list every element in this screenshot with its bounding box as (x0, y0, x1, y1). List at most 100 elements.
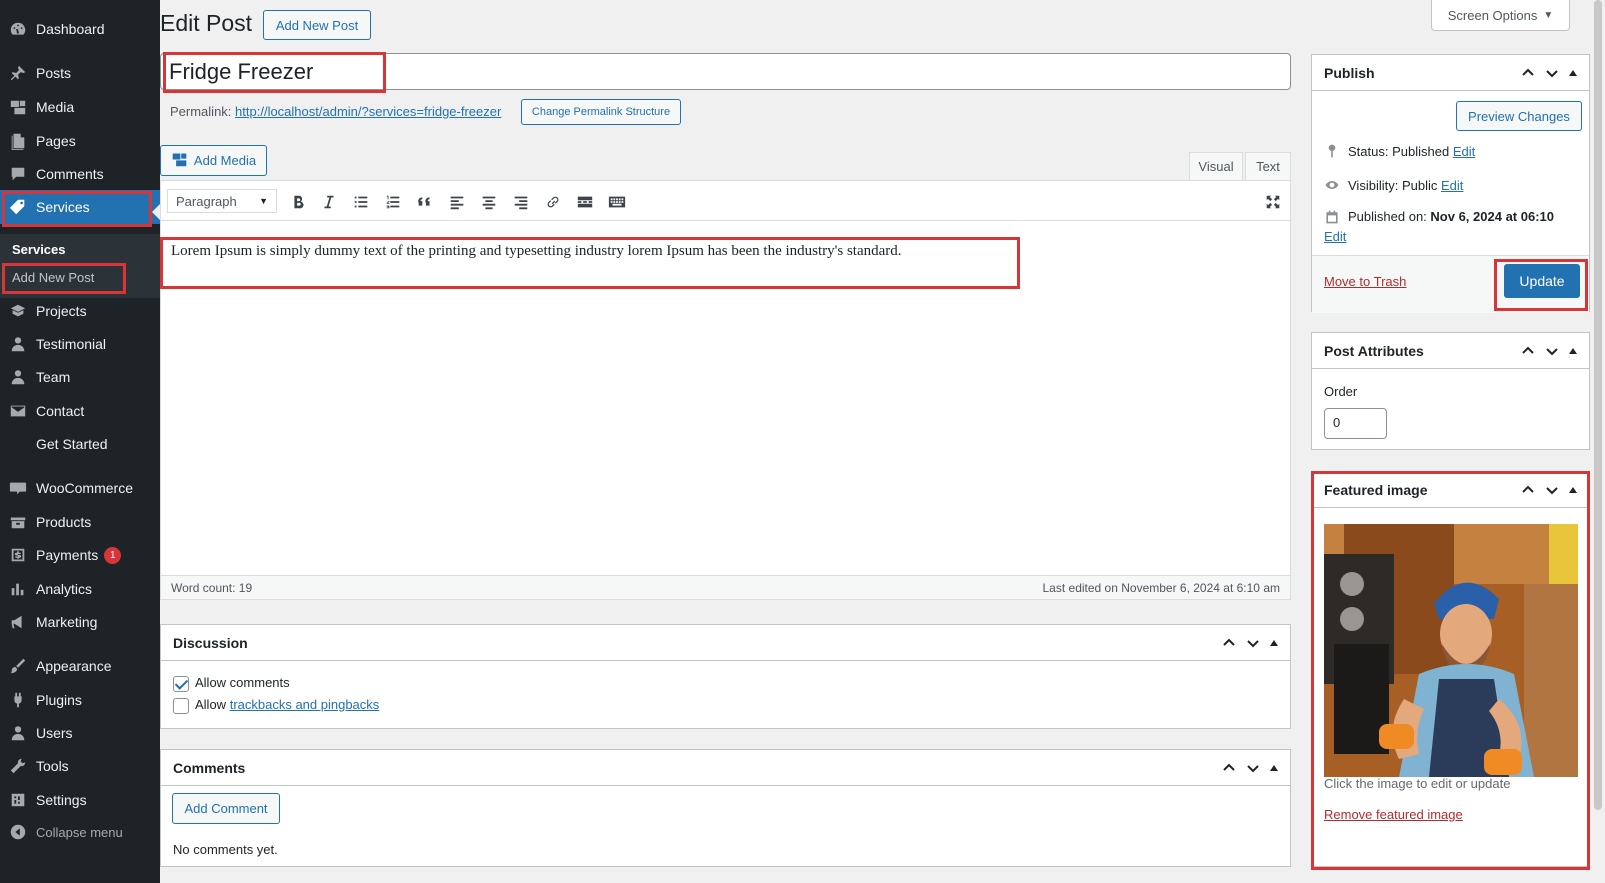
sidebar-item-testimonial[interactable]: Testimonial (0, 327, 160, 361)
sidebar-item-settings[interactable]: Settings (0, 783, 160, 817)
chevron-down-icon[interactable] (1545, 344, 1559, 358)
screen-options-button[interactable]: Screen Options ▼ (1431, 0, 1570, 31)
post-title-input[interactable]: Fridge Freezer (160, 53, 1291, 90)
sidebar-item-label: Contact (36, 403, 85, 419)
tab-text[interactable]: Text (1245, 152, 1291, 180)
sidebar-item-dashboard[interactable]: Dashboard (0, 12, 160, 46)
comments-header: Comments (161, 750, 1290, 786)
chevron-up-icon[interactable] (1222, 636, 1236, 650)
scrollbar-thumb[interactable] (1594, 0, 1602, 810)
sidebar-item-appearance[interactable]: Appearance (0, 649, 160, 683)
format-select[interactable]: Paragraph ▼ (167, 189, 277, 213)
status-row: Status: Published Edit (1324, 143, 1475, 159)
permalink-link[interactable]: http://localhost/admin/?services=fridge-… (235, 104, 501, 119)
bold-icon[interactable] (287, 191, 309, 213)
last-edited: Last edited on November 6, 2024 at 6:10 … (1042, 580, 1281, 595)
sidebar-item-analytics[interactable]: Analytics (0, 572, 160, 606)
page-scrollbar[interactable] (1591, 0, 1605, 883)
box-controls (1521, 66, 1577, 80)
numbered-list-icon[interactable] (382, 191, 404, 213)
woo-icon (0, 479, 36, 497)
media-icon (0, 98, 36, 116)
chevron-up-icon[interactable] (1521, 344, 1535, 358)
visibility-edit-link[interactable]: Edit (1441, 178, 1463, 193)
keyboard-icon[interactable] (606, 191, 628, 213)
allow-comments-label: Allow comments (195, 675, 290, 690)
blockquote-icon[interactable] (414, 191, 436, 213)
sidebar-item-pages[interactable]: Pages (0, 124, 160, 158)
sidebar-item-woocommerce[interactable]: WooCommerce (0, 471, 160, 505)
align-center-icon[interactable] (478, 191, 500, 213)
chevron-down-icon[interactable] (1246, 636, 1260, 650)
link-icon[interactable] (542, 191, 564, 213)
sidebar-item-team[interactable]: Team (0, 360, 160, 394)
collapse-menu-button[interactable]: Collapse menu (0, 815, 160, 849)
sidebar-item-marketing[interactable]: Marketing (0, 605, 160, 639)
preview-changes-button[interactable]: Preview Changes (1456, 101, 1582, 131)
chevron-down-icon[interactable] (1545, 483, 1559, 497)
chevron-down-icon[interactable] (1545, 66, 1559, 80)
allow-comments-row[interactable]: Allow comments (173, 675, 290, 692)
submenu-item-add-new-post[interactable]: Add New Post (12, 270, 94, 285)
allow-trackbacks-checkbox[interactable] (173, 697, 189, 714)
admin-sidebar: Dashboard Posts Media Pages Comments Ser… (0, 0, 160, 883)
allow-trackbacks-row[interactable]: Allow trackbacks and pingbacks (173, 697, 379, 714)
sidebar-item-services[interactable]: Services (0, 190, 160, 224)
sidebar-item-label: Plugins (36, 692, 82, 708)
published-on-edit-link[interactable]: Edit (1324, 229, 1346, 244)
align-right-icon[interactable] (510, 191, 532, 213)
sidebar-item-projects[interactable]: Projects (0, 294, 160, 328)
sidebar-item-get-started[interactable]: Get Started (0, 427, 160, 461)
tab-visual[interactable]: Visual (1189, 152, 1243, 180)
chevron-up-icon[interactable] (1521, 66, 1535, 80)
sidebar-item-label: Dashboard (36, 21, 105, 37)
collapse-menu-label: Collapse menu (36, 824, 123, 840)
toggle-panel-icon[interactable] (1569, 347, 1577, 354)
dashboard-icon (0, 20, 36, 38)
order-input[interactable]: 0 (1324, 408, 1387, 439)
chevron-up-icon[interactable] (1222, 761, 1236, 775)
trackbacks-link[interactable]: trackbacks and pingbacks (230, 697, 380, 712)
add-media-label: Add Media (193, 153, 257, 168)
bullet-list-icon[interactable] (350, 191, 372, 213)
move-to-trash-link[interactable]: Move to Trash (1324, 274, 1406, 289)
remove-featured-image-link[interactable]: Remove featured image (1324, 807, 1463, 822)
brush-icon (0, 657, 36, 675)
comments-title: Comments (173, 759, 246, 776)
sidebar-item-products[interactable]: Products (0, 505, 160, 539)
sidebar-item-contact[interactable]: Contact (0, 394, 160, 428)
sidebar-item-media[interactable]: Media (0, 90, 160, 124)
add-comment-button[interactable]: Add Comment (172, 793, 280, 824)
editor-content[interactable]: Lorem Ipsum is simply dummy text of the … (171, 243, 902, 260)
fullscreen-icon[interactable] (1262, 191, 1284, 213)
sidebar-item-comments[interactable]: Comments (0, 157, 160, 191)
toggle-panel-icon[interactable] (1270, 639, 1278, 646)
plug-icon (0, 691, 36, 709)
change-permalink-button[interactable]: Change Permalink Structure (521, 99, 681, 125)
sidebar-item-tools[interactable]: Tools (0, 749, 160, 783)
add-new-post-button[interactable]: Add New Post (263, 10, 371, 40)
chevron-down-icon[interactable] (1246, 761, 1260, 775)
sidebar-item-label: Get Started (36, 436, 108, 452)
toggle-panel-icon[interactable] (1569, 69, 1577, 76)
update-button[interactable]: Update (1504, 264, 1580, 298)
toggle-panel-icon[interactable] (1270, 764, 1278, 771)
sidebar-item-plugins[interactable]: Plugins (0, 683, 160, 717)
sidebar-item-payments[interactable]: Payments 1 (0, 538, 160, 572)
publish-actions: Move to Trash Update (1312, 255, 1589, 313)
allow-comments-checkbox[interactable] (173, 675, 189, 692)
chevron-up-icon[interactable] (1521, 483, 1535, 497)
sidebar-item-label: Products (36, 514, 92, 530)
submenu-heading[interactable]: Services (12, 242, 66, 257)
sidebar-item-users[interactable]: Users (0, 716, 160, 750)
sidebar-item-posts[interactable]: Posts (0, 56, 160, 90)
add-media-button[interactable]: Add Media (160, 145, 267, 176)
read-more-icon[interactable] (574, 191, 596, 213)
featured-image-thumbnail[interactable] (1324, 524, 1578, 777)
italic-icon[interactable] (318, 191, 340, 213)
align-left-icon[interactable] (446, 191, 468, 213)
sidebar-item-label: Settings (36, 792, 87, 808)
toggle-panel-icon[interactable] (1569, 486, 1577, 493)
status-edit-link[interactable]: Edit (1453, 144, 1475, 159)
published-on-value: Nov 6, 2024 at 06:10 (1430, 209, 1554, 224)
